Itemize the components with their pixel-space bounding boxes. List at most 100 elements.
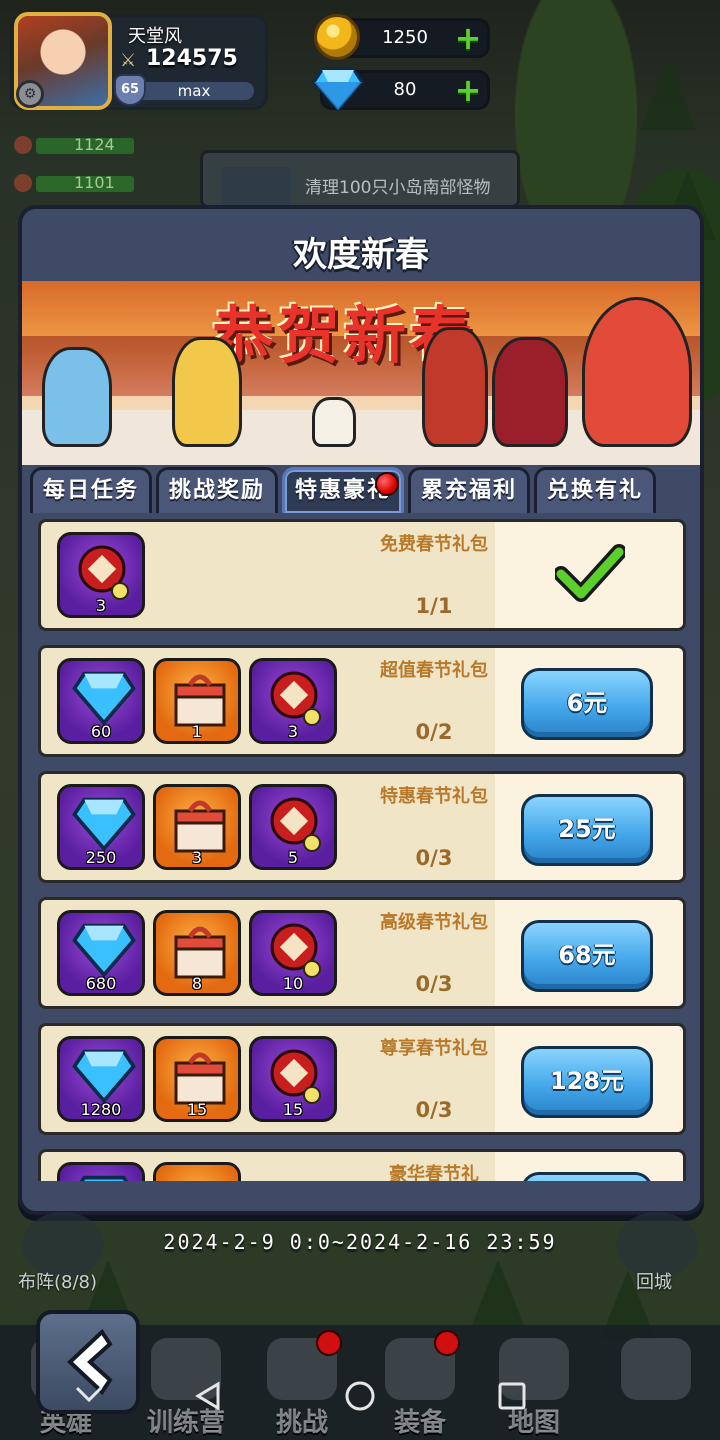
item-quantity: 60 — [90, 722, 112, 741]
package-item[interactable]: 1 — [153, 658, 241, 744]
buy-button[interactable]: 68元 — [521, 920, 653, 992]
package-item[interactable]: 680 — [57, 910, 145, 996]
nav-label: 挑战 — [275, 1408, 328, 1438]
purchase-limit-progress: 0/3 — [415, 972, 453, 996]
tab-label: 累充福利 — [420, 478, 517, 503]
item-quantity: 10 — [282, 974, 304, 993]
diamond-gem-icon — [312, 68, 364, 112]
package-item[interactable]: 5 — [249, 784, 337, 870]
package-item[interactable]: 3 — [249, 658, 337, 744]
resource-value: 1101 — [74, 173, 115, 192]
meat-icon — [14, 136, 32, 154]
chevron-down-icon[interactable] — [74, 1384, 104, 1404]
package-item[interactable]: 250 — [57, 784, 145, 870]
gem-amount: 80 — [393, 79, 417, 100]
tab-special-offers[interactable]: 特惠豪礼 — [282, 467, 404, 513]
package-list[interactable]: 3 免费春节礼包 1/1 60 1 3 超值春节礼包 0/2 6元 250 3 … — [38, 519, 686, 1191]
quest-text: 清理100只小岛南部怪物 — [305, 178, 491, 198]
purchase-limit-progress: 0/3 — [415, 846, 453, 870]
combat-power-value: 124575 — [146, 46, 238, 71]
package-name: 超值春节礼包 — [380, 660, 488, 681]
item-quantity: 3 — [287, 722, 299, 741]
event-banner-image: 恭贺新春 — [22, 281, 700, 465]
resource-row: 1101 — [14, 172, 134, 194]
package-item[interactable]: 15 — [153, 1036, 241, 1122]
package-item[interactable]: 15 — [249, 1036, 337, 1122]
item-quantity: 1 — [191, 722, 203, 741]
package-name: 高级春节礼包 — [380, 912, 488, 933]
item-quantity: 3 — [95, 596, 107, 615]
nav-locked[interactable] — [606, 1338, 706, 1400]
tab-exchange-gifts[interactable]: 兑换有礼 — [534, 467, 656, 513]
notification-dot — [375, 472, 399, 496]
character-figure — [42, 347, 112, 447]
event-time-range: 2024-2-9 0:0~2024-2-16 23:59 — [163, 1230, 557, 1254]
tab-label: 挑战奖励 — [168, 478, 265, 503]
package-item[interactable]: 1280 — [57, 1036, 145, 1122]
package-item[interactable]: 3 — [57, 532, 145, 618]
lock-icon — [621, 1338, 691, 1400]
purchase-limit-progress: 0/2 — [415, 720, 453, 744]
notification-dot — [316, 1330, 342, 1356]
crossed-swords-icon: ⚔ — [120, 50, 137, 71]
nav-equipment[interactable]: 装备 — [370, 1330, 470, 1439]
buy-button[interactable]: 6元 — [521, 668, 653, 740]
gem-icon — [72, 797, 136, 852]
package-name: 特惠春节礼包 — [380, 786, 488, 807]
package-row: 60 1 3 超值春节礼包 0/2 6元 — [38, 645, 686, 757]
nav-label: 装备 — [393, 1408, 446, 1438]
system-back-triangle-icon[interactable] — [192, 1380, 224, 1412]
tab-label: 每日任务 — [42, 478, 139, 503]
player-level-badge: 65 — [114, 74, 146, 106]
quest-banner[interactable]: 清理100只小岛南部怪物 — [200, 150, 520, 208]
tab-daily-tasks[interactable]: 每日任务 — [30, 467, 152, 513]
item-quantity: 1280 — [80, 1100, 122, 1119]
package-row: 250 3 5 特惠春节礼包 0/3 25元 — [38, 771, 686, 883]
package-item[interactable]: 3 — [153, 784, 241, 870]
package-item[interactable]: 60 — [57, 658, 145, 744]
add-gems-plus-icon[interactable]: + — [453, 74, 483, 106]
tab-label: 兑换有礼 — [546, 478, 643, 503]
tab-challenge-rewards[interactable]: 挑战奖励 — [156, 467, 278, 513]
item-quantity: 15 — [282, 1100, 304, 1119]
panel-footer — [22, 1181, 700, 1211]
package-item[interactable]: 10 — [249, 910, 337, 996]
resource-row: 1124 — [14, 134, 134, 156]
resource-value: 1124 — [74, 135, 115, 154]
nav-challenge[interactable]: 挑战 — [252, 1330, 352, 1439]
player-name: 天堂风 — [128, 26, 182, 47]
item-quantity: 3 — [191, 848, 203, 867]
lion-dance-figure — [582, 297, 692, 447]
tab-recharge-benefits[interactable]: 累充福利 — [408, 467, 530, 513]
gem-icon — [72, 1049, 136, 1104]
meat-icon — [14, 174, 32, 192]
purchase-limit-progress: 1/1 — [415, 594, 453, 618]
notification-dot — [434, 1330, 460, 1356]
settings-gear-icon[interactable]: ⚙ — [16, 80, 44, 108]
event-tabs: 每日任务 挑战奖励 特惠豪礼 累充福利 兑换有礼 — [30, 467, 656, 513]
vip-progress-bar[interactable]: max — [132, 80, 256, 102]
package-name: 尊享春节礼包 — [380, 1038, 488, 1059]
add-gold-plus-icon[interactable]: + — [453, 22, 483, 54]
character-figure — [172, 337, 242, 447]
buy-button[interactable]: 128元 — [521, 1046, 653, 1118]
purchase-limit-progress: 0/3 — [415, 1098, 453, 1122]
gem-icon — [72, 671, 136, 726]
system-recents-square-icon[interactable] — [496, 1380, 528, 1412]
package-row: 3 免费春节礼包 1/1 — [38, 519, 686, 631]
gem-icon — [72, 923, 136, 978]
item-quantity: 8 — [191, 974, 203, 993]
formation-label: 布阵(8/8) — [18, 1272, 98, 1293]
spring-festival-event-panel: 欢度新春 恭贺新春 每日任务 挑战奖励 特惠豪礼 累充福利 兑换有礼 3 免费春… — [18, 205, 704, 1215]
system-home-circle-icon[interactable] — [344, 1380, 376, 1412]
quest-icon — [221, 167, 291, 205]
buy-button[interactable]: 25元 — [521, 794, 653, 866]
character-figure — [422, 327, 488, 447]
package-row: 680 8 10 高级春节礼包 0/3 68元 — [38, 897, 686, 1009]
package-item[interactable]: 8 — [153, 910, 241, 996]
package-row: 1280 15 15 尊享春节礼包 0/3 128元 — [38, 1023, 686, 1135]
return-city-label: 回城 — [636, 1272, 672, 1293]
item-quantity: 250 — [85, 848, 117, 867]
claimed-checkmark-icon — [555, 544, 625, 602]
character-figure — [312, 397, 356, 447]
